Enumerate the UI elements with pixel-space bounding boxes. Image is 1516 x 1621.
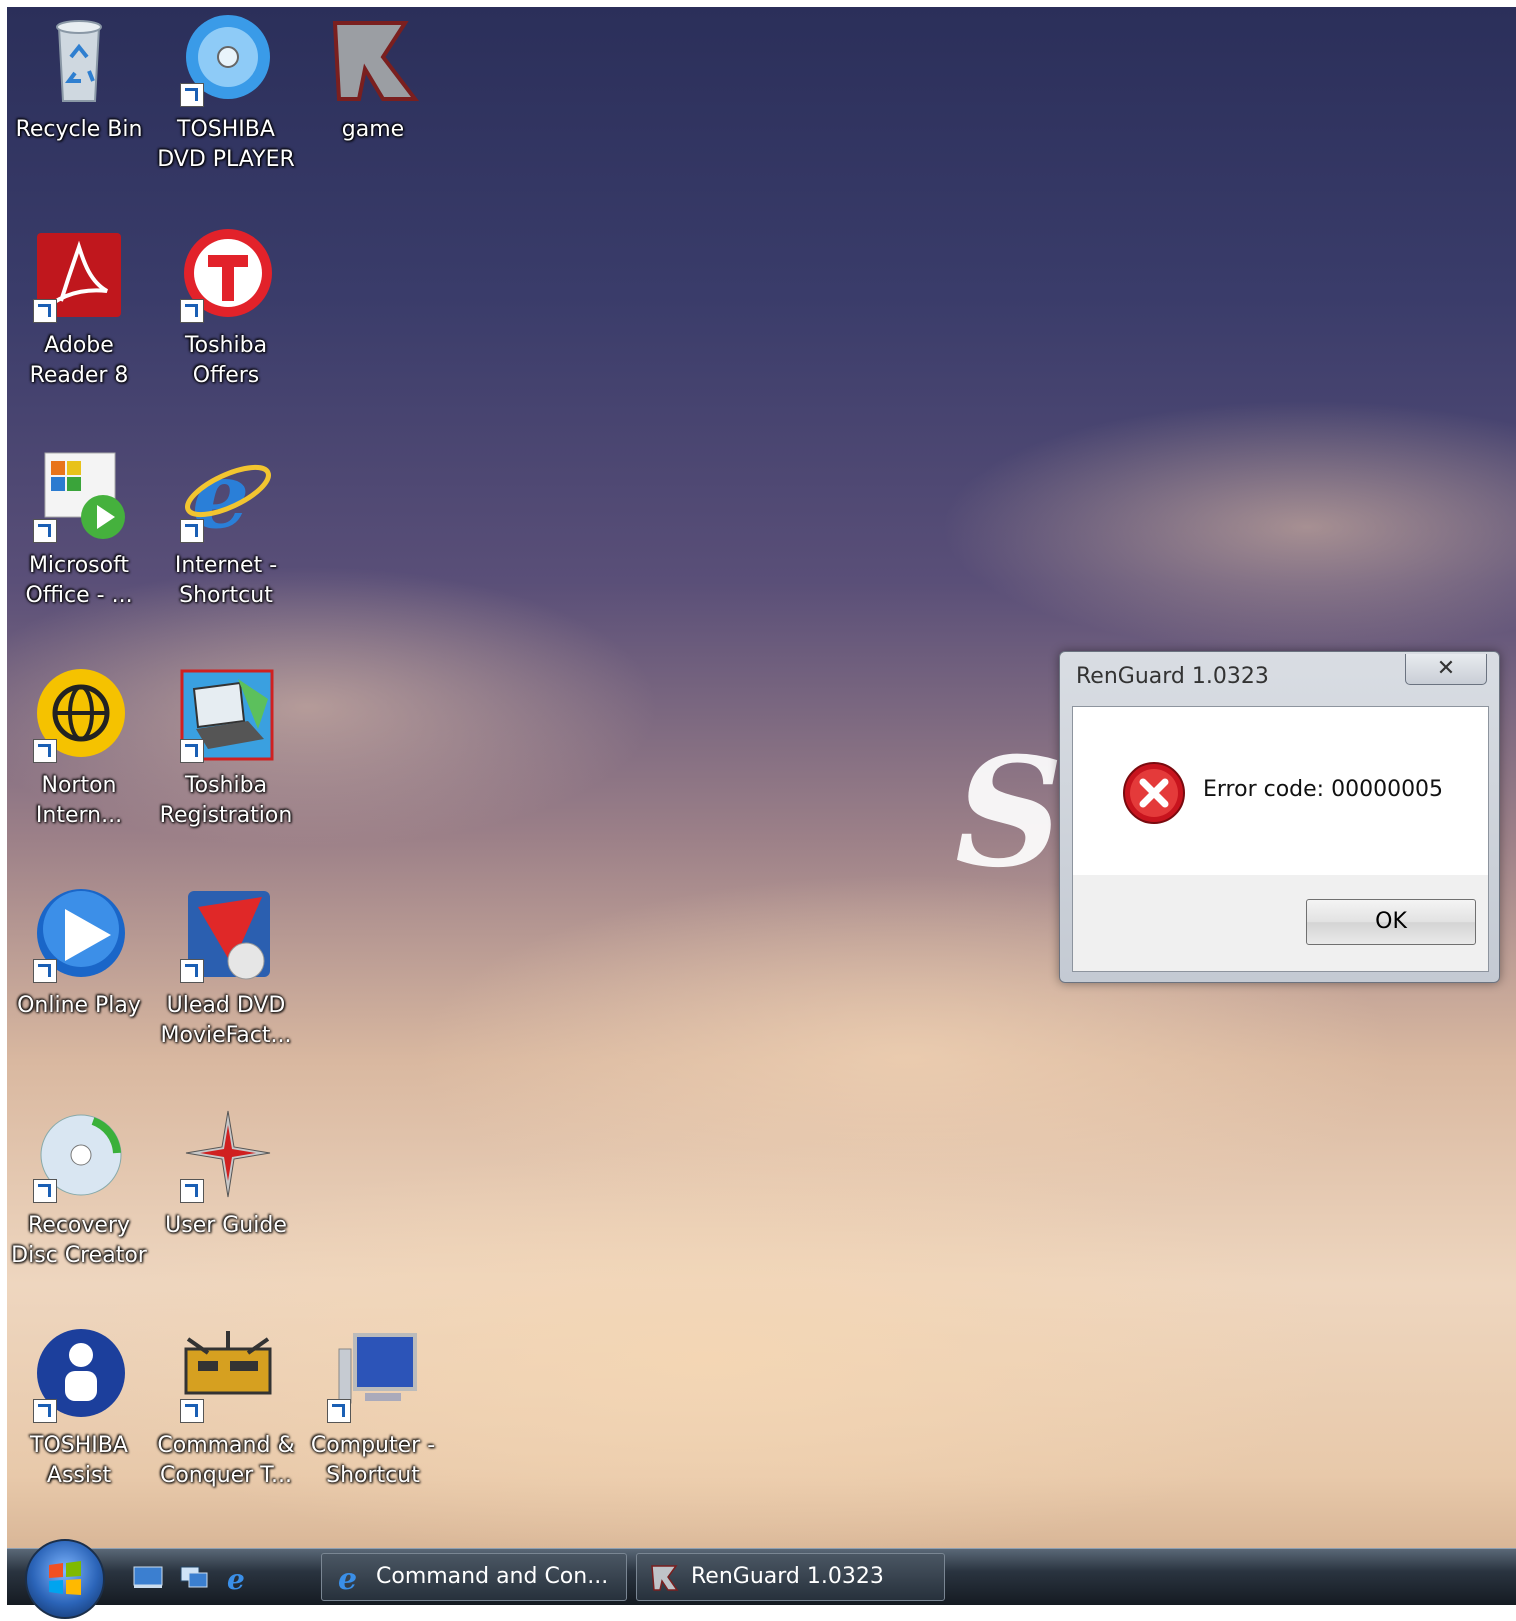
- close-button[interactable]: ✕: [1405, 654, 1487, 685]
- error-dialog: RenGuard 1.0323 ✕ Error code: 00000005 O…: [1059, 651, 1500, 983]
- desktop-icon-label: Microsoft Office - ...: [25, 553, 133, 608]
- error-icon: [1123, 762, 1185, 824]
- shortcut-arrow-icon: [180, 519, 204, 543]
- desktop-icon-norton[interactable]: Norton Intern...: [9, 669, 149, 831]
- taskbar-item-label: Command and Con...: [376, 1564, 609, 1589]
- ms-office-icon: [31, 449, 127, 545]
- desktop-icon-game[interactable]: game: [303, 13, 443, 145]
- svg-text:e: e: [338, 1563, 357, 1593]
- internet-explorer-icon[interactable]: e: [223, 1563, 253, 1596]
- desktop-icon-adobe-reader[interactable]: Adobe Reader 8: [9, 229, 149, 391]
- laptop-icon: [178, 669, 274, 765]
- desktop-icon-label: TOSHIBA Assist: [30, 1433, 128, 1488]
- desktop-icon-label: Recycle Bin: [15, 117, 143, 142]
- start-button[interactable]: [25, 1539, 105, 1619]
- desktop-icon-toshiba-registration[interactable]: Toshiba Registration: [156, 669, 296, 831]
- error-message: Error code: 00000005: [1203, 777, 1444, 802]
- desktop-icon-label: Recovery Disc Creator: [11, 1213, 147, 1268]
- shortcut-arrow-icon: [33, 1399, 57, 1423]
- desktop-icon-label: game: [341, 117, 405, 142]
- desktop-icon-label: TOSHIBA DVD PLAYER: [157, 117, 295, 172]
- desktop-icon-internet-shortcut[interactable]: e Internet - Shortcut: [156, 443, 296, 611]
- desktop-icon-toshiba-dvd-player[interactable]: TOSHIBA DVD PLAYER: [156, 13, 296, 175]
- shortcut-arrow-icon: [33, 739, 57, 763]
- dvd-player-icon: [178, 13, 274, 109]
- shortcut-arrow-icon: [33, 519, 57, 543]
- desktop-icon-toshiba-offers[interactable]: Toshiba Offers: [156, 229, 296, 391]
- online-play-icon: [31, 889, 127, 985]
- desktop-icon-online-play[interactable]: Online Play: [9, 889, 149, 1021]
- desktop-icon-label: Norton Intern...: [35, 773, 123, 828]
- desktop-icon-label: Toshiba Offers: [184, 333, 268, 388]
- switch-windows-icon[interactable]: [179, 1565, 209, 1589]
- taskbar-item-command-and-conquer[interactable]: e Command and Con...: [321, 1553, 627, 1601]
- computer-icon: [325, 1329, 421, 1425]
- desktop-icon-label: Command & Conquer T...: [157, 1433, 295, 1488]
- desktop-icon-ulead-dvd[interactable]: Ulead DVD MovieFact...: [156, 889, 296, 1051]
- shortcut-arrow-icon: [33, 1179, 57, 1203]
- desktop-icon-label: User Guide: [165, 1213, 287, 1238]
- desktop-icon-user-guide[interactable]: User Guide: [156, 1109, 296, 1241]
- desktop-icon-label: Toshiba Registration: [159, 773, 293, 828]
- taskbar: e e Command and Con... RenGuard 1.0323: [7, 1539, 1516, 1619]
- recovery-disc-icon: [31, 1109, 127, 1205]
- shortcut-arrow-icon: [180, 959, 204, 983]
- wallpaper-watermark: S: [955, 725, 1064, 901]
- user-guide-icon: [178, 1109, 274, 1205]
- desktop-icon-recovery-disc-creator[interactable]: Recovery Disc Creator: [9, 1109, 149, 1271]
- internet-explorer-icon: e: [178, 443, 274, 549]
- toshiba-offers-icon: [178, 229, 274, 325]
- desktop-icon-label: Online Play: [17, 993, 141, 1018]
- desktop-icon-toshiba-assist[interactable]: TOSHIBA Assist: [9, 1329, 149, 1491]
- internet-explorer-icon: e: [338, 1563, 357, 1593]
- windows-logo-icon: [49, 1561, 81, 1595]
- taskbar-item-label: RenGuard 1.0323: [691, 1564, 884, 1589]
- shortcut-arrow-icon: [327, 1399, 351, 1423]
- desktop-icon-computer-shortcut[interactable]: Computer - Shortcut: [303, 1329, 443, 1491]
- shortcut-arrow-icon: [180, 739, 204, 763]
- desktop-icon-microsoft-office[interactable]: Microsoft Office - ...: [9, 449, 149, 611]
- toshiba-assist-icon: [31, 1329, 127, 1425]
- show-desktop-icon[interactable]: [133, 1565, 163, 1589]
- desktop-icon-label: Computer - Shortcut: [310, 1433, 436, 1488]
- shortcut-arrow-icon: [33, 299, 57, 323]
- shortcut-arrow-icon: [180, 299, 204, 323]
- desktop-icon-recycle-bin[interactable]: Recycle Bin: [9, 13, 149, 145]
- renguard-icon: [651, 1565, 679, 1591]
- dialog-content: Error code: 00000005 OK: [1072, 706, 1489, 972]
- desktop-icon-command-conquer[interactable]: Command & Conquer T...: [156, 1329, 296, 1491]
- svg-text:e: e: [227, 1565, 245, 1593]
- shortcut-arrow-icon: [33, 959, 57, 983]
- desktop-icon-label: Ulead DVD MovieFact...: [160, 993, 292, 1048]
- ulead-dvd-icon: [178, 889, 274, 985]
- command-conquer-icon: [178, 1329, 274, 1425]
- desktop-icon-label: Internet - Shortcut: [174, 553, 278, 608]
- game-icon: [325, 13, 421, 109]
- ok-button[interactable]: OK: [1306, 899, 1476, 945]
- message-area: Error code: 00000005: [1073, 707, 1488, 875]
- desktop-icon-label: Adobe Reader 8: [29, 333, 129, 388]
- dialog-title: RenGuard 1.0323: [1076, 664, 1269, 689]
- recycle-bin-icon: [31, 13, 127, 109]
- shortcut-arrow-icon: [180, 1179, 204, 1203]
- taskbar-item-renguard[interactable]: RenGuard 1.0323: [636, 1553, 945, 1601]
- norton-icon: [31, 669, 127, 765]
- close-icon: ✕: [1436, 656, 1456, 681]
- shortcut-arrow-icon: [180, 1399, 204, 1423]
- adobe-reader-icon: [31, 229, 127, 325]
- shortcut-arrow-icon: [180, 83, 204, 107]
